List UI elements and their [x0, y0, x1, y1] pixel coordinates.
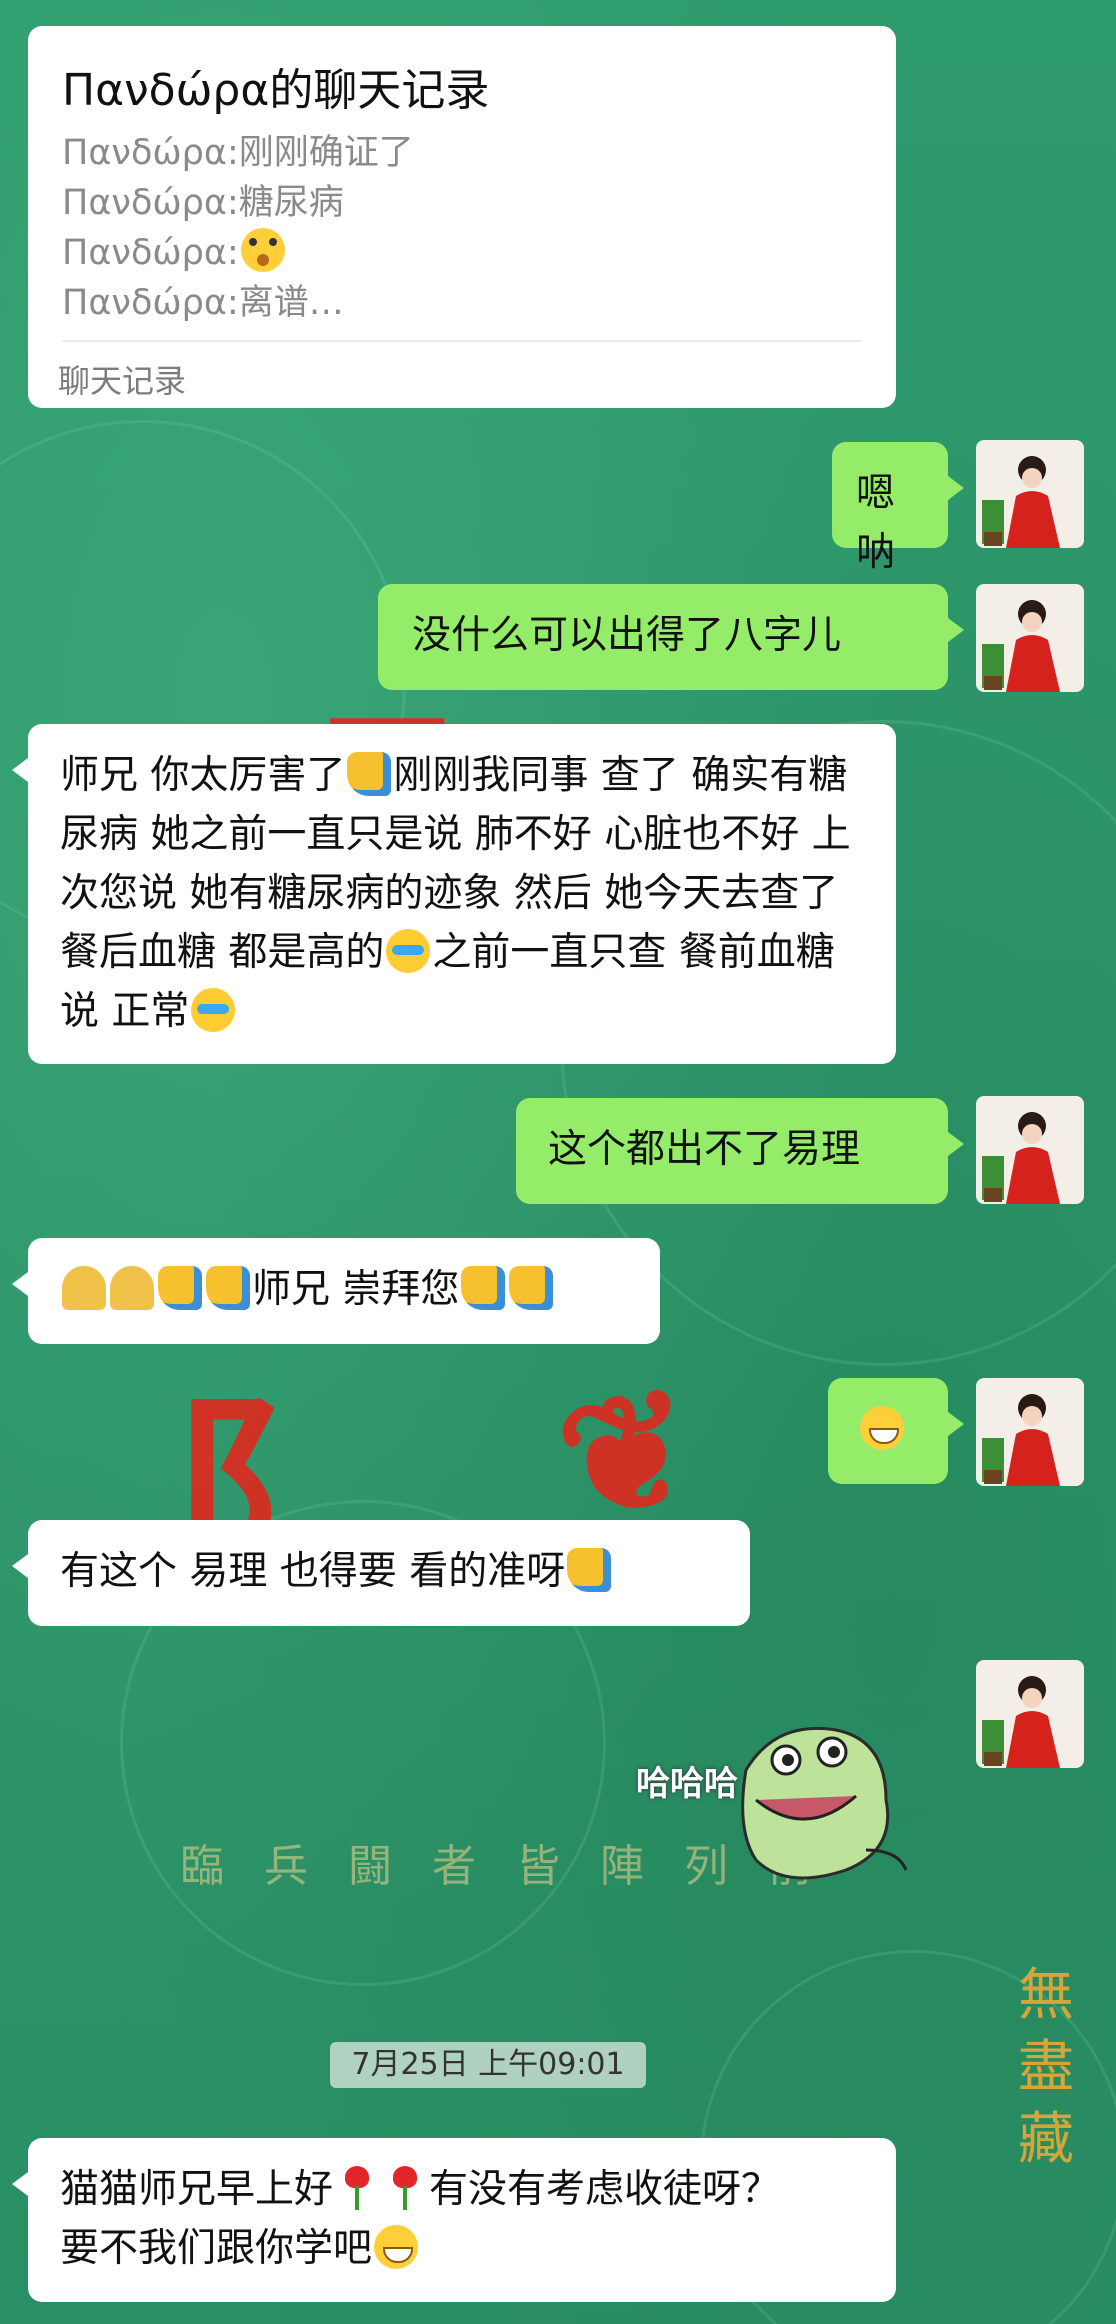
- thumbs-up-emoji-icon: [158, 1266, 202, 1310]
- thumbs-up-emoji-icon: [567, 1548, 612, 1592]
- avatar-image-icon: [976, 1096, 1084, 1204]
- background-vertical-text: 無盡藏: [1018, 1963, 1074, 2172]
- thumbs-up-emoji-icon: [206, 1266, 250, 1310]
- message-text: 师兄 崇拜您: [252, 1267, 460, 1312]
- thumbs-up-emoji-icon: [347, 752, 392, 796]
- chat-record-line: Πανδώρα:刚刚确证了: [62, 133, 414, 173]
- message-text: 要不我们跟你学吧: [60, 2226, 373, 2271]
- message-bubble-left[interactable]: 师兄 你太厉害了 刚刚我同事 查了 确实有糖尿病 她之前一直只是说 肺不好 心脏也…: [12, 724, 896, 1064]
- avatar-image-icon: [976, 584, 1084, 692]
- crying-laughing-emoji-icon: [386, 929, 431, 973]
- sticker-message[interactable]: 哈哈哈: [636, 1700, 926, 1900]
- message-bubble-left[interactable]: 师兄 崇拜您: [12, 1238, 660, 1344]
- flushed-face-emoji-icon: [240, 228, 285, 272]
- message-bubble-right[interactable]: [828, 1378, 964, 1484]
- message-text: 有没有考虑收徒呀？: [429, 2167, 781, 2212]
- avatar[interactable]: [976, 1378, 1084, 1486]
- avatar[interactable]: [976, 584, 1084, 692]
- avatar-image-icon: [976, 1660, 1084, 1768]
- thumbs-up-emoji-icon: [461, 1266, 506, 1310]
- chat-record-line: Πανδώρα:离谱…: [62, 283, 344, 323]
- avatar[interactable]: [976, 1660, 1084, 1768]
- message-text: 猫猫师兄早上好: [60, 2167, 334, 2212]
- grinning-emoji-icon: [374, 2225, 419, 2269]
- avatar[interactable]: [976, 440, 1084, 548]
- avatar-image-icon: [976, 1378, 1084, 1486]
- message-text: 有这个 易理 也得要 看的准呀: [60, 1549, 566, 1594]
- timestamp: 7月25日 上午09:01: [330, 2042, 646, 2088]
- message-text: 师兄 你太厉害了: [60, 753, 346, 798]
- message-bubble-right[interactable]: 这个都出不了易理: [516, 1098, 964, 1204]
- message-bubble-left[interactable]: 有这个 易理 也得要 看的准呀: [12, 1520, 750, 1626]
- chat-record-title: Πανδώρα的聊天记录: [62, 65, 490, 116]
- message-bubble-right[interactable]: 没什么可以出得了八字儿: [378, 584, 964, 690]
- avatar-image-icon: [976, 440, 1084, 548]
- chat-record-line: Πανδώρα:糖尿病: [62, 183, 344, 223]
- chat-record-line: Πανδώρα:: [62, 228, 862, 278]
- rose-emoji-icon: [383, 2166, 427, 2210]
- message-bubble-left[interactable]: 猫猫师兄早上好 有没有考虑收徒呀？ 要不我们跟你学吧: [12, 2138, 896, 2302]
- message-bubble-right[interactable]: 嗯呐: [832, 442, 964, 575]
- forwarded-chat-record-card[interactable]: Πανδώρα的聊天记录 Πανδώρα:刚刚确证了 Πανδώρα:糖尿病 Π…: [28, 26, 896, 408]
- chat-record-footer: 聊天记录: [58, 362, 187, 400]
- sticker-caption: 哈哈哈: [636, 1764, 738, 1804]
- crying-laughing-emoji-icon: [191, 988, 236, 1032]
- pray-emoji-icon: [110, 1266, 154, 1310]
- grinning-emoji-icon: [860, 1406, 904, 1450]
- thumbs-up-emoji-icon: [509, 1266, 554, 1310]
- rose-emoji-icon: [335, 2166, 379, 2210]
- pray-emoji-icon: [62, 1266, 106, 1310]
- divider: [62, 340, 862, 342]
- avatar[interactable]: [976, 1096, 1084, 1204]
